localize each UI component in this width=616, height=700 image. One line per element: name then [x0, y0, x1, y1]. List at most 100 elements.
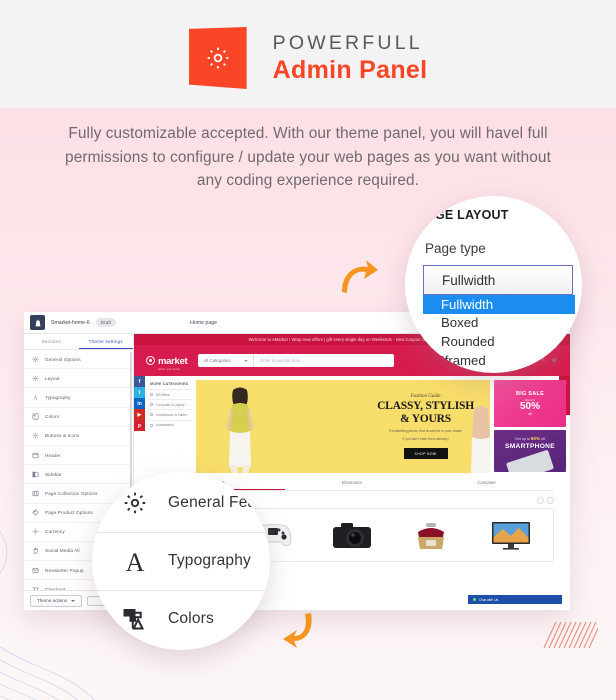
promo-big-sale[interactable]: BIG SALE discount 50% off	[494, 380, 566, 427]
menu-item-general-features[interactable]: General Featured	[100, 474, 270, 532]
storefront-search[interactable]: All Categories Enter keywords here...	[198, 354, 395, 367]
banner-subtitle-line1: Trendsetting pieces that should be in yo…	[388, 428, 463, 433]
promo-b-line2: SMARTPHONE	[505, 442, 555, 450]
category-select-value: All Categories	[203, 358, 231, 363]
chat-widget[interactable]: Chat with Us	[468, 595, 562, 604]
page-type-label: Page type	[425, 241, 486, 256]
sidebar-item-label: Page Product Options	[45, 510, 93, 516]
sidebar-item-general-options[interactable]: General Options	[24, 350, 133, 370]
categories-panel: MORE CATEGORIES All Offers Computer & La…	[148, 380, 192, 473]
category-select[interactable]: All Categories	[198, 354, 255, 367]
sidebar-item-label: Currency	[45, 529, 65, 535]
page-layout-panel: GE LAYOUT Page type Fullwidth Fullwidth …	[405, 196, 582, 373]
sidebar-tabs[interactable]: Sections Theme settings	[24, 334, 133, 350]
linkedin-icon[interactable]: in	[134, 398, 145, 409]
category-icon	[150, 413, 153, 417]
sidebar-item-buttons-icons[interactable]: Buttons & Icons	[24, 427, 133, 446]
menu-item-label: Typography	[168, 552, 251, 569]
category-item[interactable]: All Offers	[148, 389, 192, 399]
page-type-select[interactable]: Fullwidth	[423, 265, 573, 295]
model-photo	[227, 387, 253, 473]
page-selector[interactable]: Home page	[190, 320, 217, 326]
paint-roller-icon	[122, 606, 148, 632]
page-header: POWERFULL Admin Panel	[0, 18, 616, 98]
category-item[interactable]: Smartphone & Tablet	[148, 409, 192, 419]
promo-column: BIG SALE discount 50% off Get up to 50% …	[494, 380, 566, 473]
youtube-icon[interactable]: ▶	[134, 409, 145, 420]
option-rounded[interactable]: Rounded	[423, 332, 575, 351]
collection-icon	[32, 490, 39, 497]
product-image-camera	[333, 523, 372, 548]
product-image-rice-cooker	[418, 523, 445, 549]
page-layout-heading: GE LAYOUT	[435, 208, 509, 222]
letter-a-icon: A	[122, 548, 148, 574]
header-icon	[32, 452, 39, 459]
sidebar-item-label: Page Collection Options	[45, 490, 98, 496]
store-logo-text: market	[158, 355, 188, 367]
menu-item-typography[interactable]: A Typography	[94, 532, 270, 590]
hero-banner[interactable]: Fashion Guide CLASSY, STYLISH & YOURS Tr…	[196, 380, 490, 473]
cart-icon	[32, 586, 39, 590]
tab-computer[interactable]: Computer	[419, 480, 554, 490]
category-label: Smartphone & Tablet	[156, 412, 187, 417]
product-card[interactable]	[314, 513, 390, 557]
sidebar-item-label: Social Media All	[45, 548, 80, 554]
curved-arrow-right-icon	[342, 260, 378, 293]
sidebar-item-label: Header	[45, 452, 61, 458]
search-input[interactable]: Enter keywords here...	[254, 354, 395, 367]
intro-paragraph: Fully customizable accepted. With our th…	[65, 125, 551, 189]
tab-sections[interactable]: Sections	[24, 334, 79, 349]
twitter-icon[interactable]: t	[134, 387, 145, 398]
sidebar-item-layout[interactable]: Layout	[24, 369, 133, 389]
theme-actions-button[interactable]: Theme actions	[30, 594, 83, 607]
store-logo[interactable]: market all in one store	[146, 351, 188, 371]
pinterest-icon[interactable]: p	[134, 420, 145, 431]
svg-text:A: A	[33, 396, 38, 401]
facebook-icon[interactable]: f	[134, 376, 145, 387]
product-card[interactable]	[473, 513, 549, 557]
shop-now-button[interactable]: SHOP NOW	[403, 448, 448, 459]
page-type-options[interactable]: Fullwidth Boxed Rounded Iframed	[423, 295, 575, 369]
category-label: All Offers	[156, 392, 170, 397]
theme-actions-label: Theme actions	[37, 598, 68, 603]
sidebar-item-colors[interactable]: Colors	[24, 408, 133, 427]
page-title: Admin Panel	[272, 56, 428, 85]
page-layout-magnifier: GE LAYOUT Page type Fullwidth Fullwidth …	[405, 196, 582, 373]
online-status-dot	[473, 598, 476, 601]
social-rail[interactable]: f t in ▶ p	[134, 376, 145, 431]
category-icon	[150, 403, 153, 407]
banner-text: Fashion Guide CLASSY, STYLISH & YOURS Tr…	[377, 394, 474, 460]
header-text: POWERFULL Admin Panel	[272, 32, 428, 85]
mail-icon	[32, 567, 39, 574]
menu-item-colors[interactable]: Colors	[94, 590, 270, 648]
promo-smartphone[interactable]: Get up to 50% off SMARTPHONE	[494, 430, 566, 472]
gear-icon	[205, 45, 231, 71]
option-boxed[interactable]: Boxed	[423, 314, 575, 333]
product-card[interactable]	[393, 513, 469, 557]
sidebar-item-header[interactable]: Header	[24, 446, 133, 466]
category-icon	[150, 393, 153, 397]
palette-icon	[32, 413, 39, 420]
tag-icon	[32, 509, 39, 516]
sidebar-item-typography[interactable]: A Typography	[24, 388, 133, 408]
currency-icon	[32, 528, 39, 535]
menu-item-label: Colors	[168, 610, 214, 627]
category-item[interactable]: Computer & Laptop	[148, 399, 192, 409]
carousel-nav[interactable]	[537, 497, 554, 504]
banner-title-line2: & YOURS	[400, 413, 451, 425]
option-fullwidth[interactable]: Fullwidth	[423, 295, 575, 314]
shopify-bag-icon	[30, 315, 45, 330]
sidebar-item-label: Checkout	[45, 586, 66, 590]
category-icon	[150, 423, 153, 427]
gear-icon	[32, 432, 39, 439]
tab-electronics[interactable]: Electronics	[285, 480, 420, 490]
option-iframed[interactable]: Iframed	[423, 351, 575, 370]
letter-a-icon: A	[32, 394, 39, 401]
tab-theme-settings[interactable]: Theme settings	[78, 334, 133, 349]
category-item[interactable]: Accessories	[148, 419, 192, 430]
store-logo-icon	[146, 356, 155, 365]
hatch-decoration	[543, 622, 598, 648]
chevron-left-icon[interactable]	[537, 497, 544, 504]
chevron-right-icon[interactable]	[547, 497, 554, 504]
phone-image	[505, 449, 555, 472]
